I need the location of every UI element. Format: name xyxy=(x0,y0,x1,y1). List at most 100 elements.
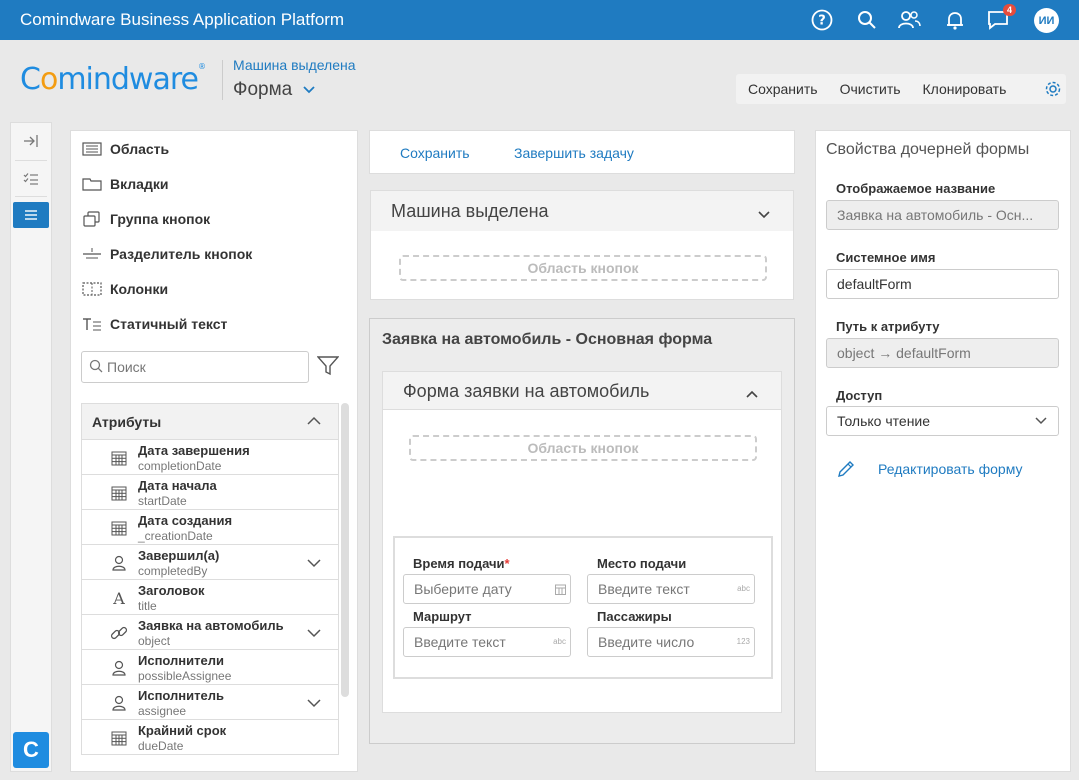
subform-container: Заявка на автомобиль - Основная форма Фо… xyxy=(369,318,795,744)
fields-grid: Время подачи* Выберите дату Место подачи… xyxy=(393,536,773,679)
search-icon xyxy=(89,359,103,376)
tool-static-text[interactable]: Статичный текст xyxy=(81,312,227,336)
pencil-icon xyxy=(838,461,854,477)
attribute-system-name: object xyxy=(138,634,171,648)
tool-label: Статичный текст xyxy=(110,316,228,332)
gear-icon[interactable] xyxy=(1044,80,1062,101)
section-header[interactable]: Машина выделена xyxy=(371,191,793,231)
comindware-c-logo-icon[interactable]: C xyxy=(13,732,49,768)
attributes-scrollbar[interactable] xyxy=(341,403,349,697)
chevron-up-icon[interactable] xyxy=(745,383,759,404)
filter-icon[interactable] xyxy=(316,356,340,379)
subform-card: Форма заявки на автомобиль Область кнопо… xyxy=(382,371,782,713)
attributes-list: Атрибуты Дата завершения completionDate … xyxy=(81,403,339,755)
clear-button[interactable]: Очистить xyxy=(828,81,911,97)
list-item[interactable]: Дата завершения completionDate xyxy=(82,440,338,475)
section-title: Машина выделена xyxy=(391,201,549,221)
user-icon xyxy=(110,694,128,712)
text-icon: A xyxy=(110,589,128,607)
place-field-label: Место подачи xyxy=(597,556,687,571)
attribute-name: Завершил(а) xyxy=(138,548,220,563)
search-input[interactable]: Поиск xyxy=(81,351,309,383)
svg-text:A: A xyxy=(112,590,125,606)
list-item[interactable]: Дата начала startDate xyxy=(82,475,338,510)
messages-icon[interactable]: 4 xyxy=(986,4,1016,32)
chevron-up-icon[interactable] xyxy=(306,413,322,429)
chevron-down-icon xyxy=(302,86,315,94)
button-area-dropzone[interactable]: Область кнопок xyxy=(409,435,757,461)
rail-divider xyxy=(15,160,47,161)
system-name-label: Системное имя xyxy=(836,250,936,265)
clone-button[interactable]: Клонировать xyxy=(911,81,1017,97)
list-item[interactable]: Исполнитель assignee xyxy=(82,685,338,720)
attributes-title: Атрибуты xyxy=(92,413,162,430)
area-icon xyxy=(81,141,103,157)
list-item[interactable]: Дата создания _creationDate xyxy=(82,510,338,545)
place-text-field[interactable]: Введите текст abc xyxy=(587,574,755,604)
time-date-field[interactable]: Выберите дату xyxy=(403,574,571,604)
list-item[interactable]: Завершил(а) completedBy xyxy=(82,545,338,580)
attribute-system-name: startDate xyxy=(138,494,187,508)
attribute-name: Исполнители xyxy=(138,653,224,668)
left-rail: C xyxy=(10,122,52,772)
properties-panel: Свойства дочерней формы Отображаемое наз… xyxy=(815,130,1071,772)
calendar-icon xyxy=(110,519,128,537)
list-item[interactable]: Исполнители possibleAssignee xyxy=(82,650,338,685)
form-actions-card: Сохранить Завершить задачу xyxy=(369,130,795,174)
attribute-name: Дата начала xyxy=(138,478,217,493)
tool-button-separator[interactable]: Разделитель кнопок xyxy=(81,242,252,266)
tool-label: Вкладки xyxy=(110,176,169,192)
tool-area[interactable]: Область xyxy=(81,137,169,161)
display-name-field[interactable]: Заявка на автомобиль - Осн... xyxy=(826,200,1059,230)
attribute-path-field[interactable]: object → defaultForm xyxy=(826,338,1059,368)
bell-icon[interactable] xyxy=(943,8,967,32)
list-item[interactable]: Крайний срок dueDate xyxy=(82,720,338,754)
button-area-dropzone[interactable]: Область кнопок xyxy=(399,255,767,281)
edit-form-link[interactable]: Редактировать форму xyxy=(836,459,1022,479)
list-item[interactable]: A Заголовок title xyxy=(82,580,338,615)
tool-label: Группа кнопок xyxy=(110,211,211,227)
chevron-down-icon[interactable] xyxy=(757,204,771,225)
subform-header[interactable]: Форма заявки на автомобиль xyxy=(383,372,781,410)
complete-task-button[interactable]: Завершить задачу xyxy=(514,145,634,161)
checklist-icon[interactable] xyxy=(13,166,49,192)
collapse-panel-icon[interactable] xyxy=(13,128,49,154)
app-title: Comindware Business Application Platform xyxy=(20,10,345,29)
save-button[interactable]: Сохранить xyxy=(736,81,828,97)
passengers-number-field[interactable]: Введите число 123 xyxy=(587,627,755,657)
attribute-name: Заявка на автомобиль xyxy=(138,618,284,633)
search-icon[interactable] xyxy=(855,8,879,32)
chevron-down-icon[interactable] xyxy=(306,625,322,641)
chevron-down-icon[interactable] xyxy=(306,555,322,571)
access-select[interactable]: Только чтение xyxy=(826,406,1059,436)
search-placeholder: Поиск xyxy=(107,359,146,375)
users-icon[interactable] xyxy=(897,8,921,32)
tool-tabs[interactable]: Вкладки xyxy=(81,172,168,196)
tool-label: Область xyxy=(110,141,170,157)
list-view-icon[interactable] xyxy=(13,202,49,228)
chevron-down-icon[interactable] xyxy=(306,695,322,711)
calendar-icon xyxy=(110,449,128,467)
route-text-field[interactable]: Введите текст abc xyxy=(403,627,571,657)
help-icon[interactable]: ? xyxy=(810,8,834,32)
breadcrumb[interactable]: Машина выделена xyxy=(233,57,356,73)
avatar[interactable]: ИИ xyxy=(1034,8,1059,33)
svg-text:?: ? xyxy=(818,14,826,29)
form-selector[interactable]: Форма xyxy=(233,79,316,101)
list-item[interactable]: Заявка на автомобиль object xyxy=(82,615,338,650)
text-placeholder: Введите текст xyxy=(598,581,690,597)
rail-divider xyxy=(15,196,47,197)
notification-badge: 4 xyxy=(1002,4,1016,16)
form-selector-label: Форма xyxy=(233,79,293,100)
text-placeholder: Введите текст xyxy=(414,634,506,650)
attributes-header[interactable]: Атрибуты xyxy=(82,404,338,440)
static-text-icon xyxy=(81,316,103,332)
time-field-label: Время подачи* xyxy=(413,556,510,571)
system-name-field[interactable]: defaultForm xyxy=(826,269,1059,299)
save-task-button[interactable]: Сохранить xyxy=(400,145,470,161)
access-selected-value: Только чтение xyxy=(837,413,931,429)
attribute-system-name: dueDate xyxy=(138,739,184,753)
tool-button-group[interactable]: Группа кнопок xyxy=(81,207,210,231)
comindware-logo: Comindware® xyxy=(20,62,206,97)
tool-columns[interactable]: Колонки xyxy=(81,277,168,301)
